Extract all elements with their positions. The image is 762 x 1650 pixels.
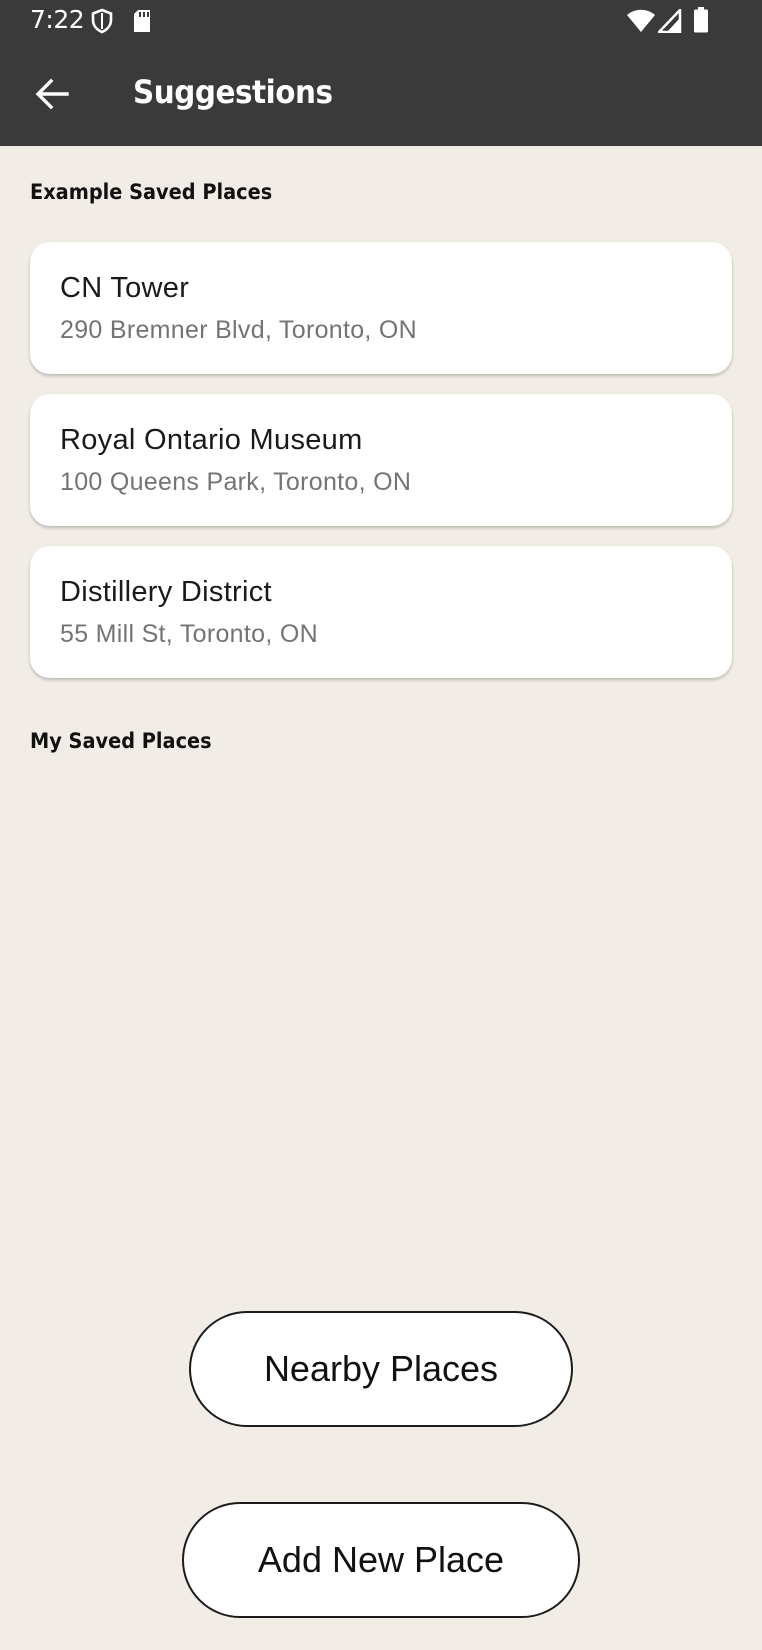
- page-title: Suggestions: [133, 73, 333, 111]
- status-time: 7:22: [30, 5, 85, 34]
- app-bar: Suggestions: [0, 40, 762, 146]
- back-button[interactable]: [24, 66, 80, 122]
- signal-icon: [658, 9, 682, 33]
- add-new-place-button[interactable]: Add New Place: [182, 1502, 580, 1618]
- sd-card-icon: [134, 10, 150, 32]
- place-name: Distillery District: [60, 576, 272, 608]
- shield-icon: [91, 8, 113, 34]
- nearby-places-button[interactable]: Nearby Places: [189, 1311, 573, 1427]
- wifi-icon: [627, 9, 655, 32]
- example-places-header: Example Saved Places: [30, 180, 273, 204]
- place-card[interactable]: Distillery District 55 Mill St, Toronto,…: [30, 546, 732, 678]
- place-card[interactable]: Royal Ontario Museum 100 Queens Park, To…: [30, 394, 732, 526]
- place-card[interactable]: CN Tower 290 Bremner Blvd, Toronto, ON: [30, 242, 732, 374]
- arrow-left-icon: [35, 78, 69, 110]
- place-address: 290 Bremner Blvd, Toronto, ON: [60, 316, 418, 344]
- my-places-list: [30, 770, 732, 1270]
- status-bar: 7:22: [0, 0, 762, 40]
- place-name: Royal Ontario Museum: [60, 424, 363, 456]
- battery-icon: [694, 7, 708, 33]
- place-name: CN Tower: [60, 272, 190, 304]
- my-places-header: My Saved Places: [30, 729, 212, 753]
- place-address: 55 Mill St, Toronto, ON: [60, 620, 318, 648]
- place-address: 100 Queens Park, Toronto, ON: [60, 468, 412, 496]
